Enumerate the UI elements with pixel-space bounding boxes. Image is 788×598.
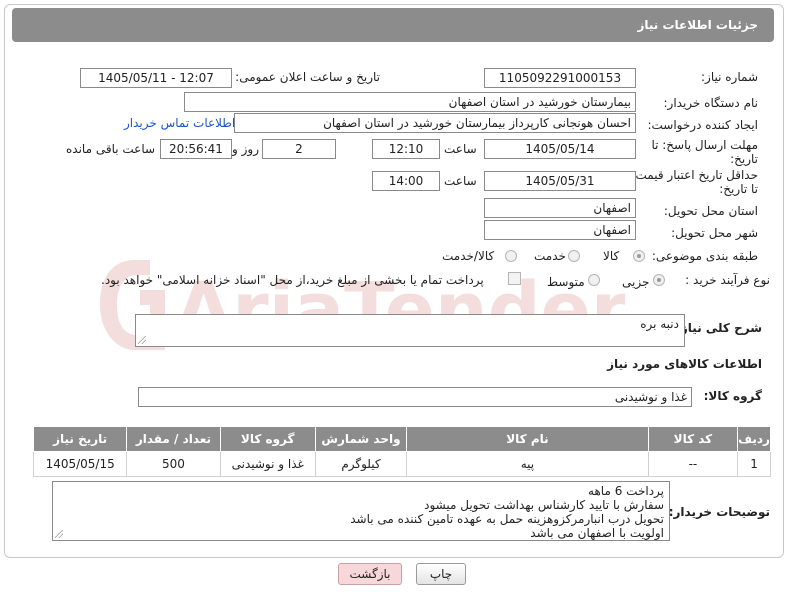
price-validity-label-2: تا تاریخ: [719, 182, 758, 196]
description-textarea[interactable]: دنبه بره [135, 314, 685, 347]
reply-deadline-label-1: مهلت ارسال پاسخ: تا [651, 138, 758, 152]
panel-header: جزئیات اطلاعات نیاز [12, 8, 774, 42]
creator-label: ایجاد کننده درخواست: [647, 118, 758, 132]
buyer-notes-line: اولویت با اصفهان می باشد [530, 526, 664, 540]
resize-grip-icon[interactable] [138, 336, 146, 344]
delivery-province-field: اصفهان [484, 198, 636, 218]
goods-group-field: غذا و نوشیدنی [138, 387, 692, 407]
col-row-number: ردیف [737, 426, 771, 452]
delivery-province-label: استان محل تحویل: [663, 204, 758, 218]
buyer-notes-textarea[interactable]: پرداخت 6 ماهه سفارش با تایید کارشناس بهد… [52, 481, 670, 541]
treasury-note: پرداخت تمام یا بخشی از مبلغ خرید،از محل … [101, 273, 484, 287]
buyer-notes-line: پرداخت 6 ماهه [588, 484, 664, 498]
purchase-option-medium: متوسط [547, 275, 585, 289]
category-option-goods: کالا [603, 249, 620, 263]
reply-time-field: 12:10 [372, 139, 440, 159]
purchase-radio-minor[interactable] [653, 274, 665, 286]
resize-grip-icon[interactable] [55, 530, 63, 538]
cell-need-date: 1405/05/15 [32, 451, 128, 477]
col-need-date: تاریخ نیاز [32, 426, 128, 452]
buyer-notes-line: سفارش با تایید کارشناس بهداشت تحویل میشو… [424, 498, 664, 512]
col-quantity: تعداد / مقدار [126, 426, 221, 452]
days-field: 2 [262, 139, 336, 159]
category-option-service: خدمت [534, 249, 566, 263]
buyer-notes-line: تحویل درب انبارمرکزوهزینه حمل به عهده تا… [350, 512, 664, 526]
announce-datetime-field: 1405/05/11 - 12:07 [80, 68, 232, 88]
category-radio-service[interactable] [568, 250, 580, 262]
col-goods-group: گروه کالا [219, 426, 316, 452]
col-unit: واحد شمارش [314, 426, 408, 452]
days-label: روز و [232, 142, 259, 156]
col-item-name: نام کالا [406, 426, 649, 452]
back-button[interactable]: بازگشت [338, 563, 402, 585]
price-validity-label-1: حداقل تاریخ اعتبار قیمت: [631, 168, 758, 182]
price-validity-date-field: 1405/05/31 [484, 171, 636, 191]
price-validity-time-field: 14:00 [372, 171, 440, 191]
cell-row-number: 1 [737, 451, 771, 477]
announce-datetime-label: تاریخ و ساعت اعلان عمومی: [235, 70, 380, 84]
remaining-time-label: ساعت باقی مانده [66, 142, 156, 156]
purchase-option-minor: جزیی [622, 275, 650, 289]
purchase-radio-medium[interactable] [588, 274, 600, 286]
cell-unit: کیلوگرم [314, 451, 408, 477]
buyer-org-label: نام دستگاه خریدار: [663, 96, 759, 110]
creator-field: احسان هونجانی کارپرداز بیمارستان خورشید … [234, 113, 636, 133]
price-validity-time-label: ساعت [444, 174, 477, 188]
goods-section-title: اطلاعات کالاهای مورد نیاز [607, 357, 762, 371]
cell-quantity: 500 [126, 451, 221, 477]
category-radio-goods-service[interactable] [505, 250, 517, 262]
purchase-type-label: نوع فرآیند خرید : [685, 273, 770, 287]
table-header-row: ردیف کد کالا نام کالا واحد شمارش گروه کا… [32, 426, 771, 452]
category-option-goods-service: کالا/خدمت [442, 249, 495, 263]
buyer-org-field: بیمارستان خورشید در استان اصفهان [184, 92, 636, 112]
goods-group-label: گروه کالا: [703, 389, 762, 403]
description-text: دنبه بره [640, 317, 679, 331]
category-radio-goods[interactable] [633, 250, 645, 262]
table-row[interactable]: 1 -- پیه کیلوگرم غذا و نوشیدنی 500 1405/… [32, 451, 771, 477]
description-label: شرح کلی نیاز: [676, 321, 762, 335]
delivery-city-label: شهر محل تحویل: [671, 226, 758, 240]
buyer-contact-link[interactable]: اطلاعات تماس خریدار [124, 116, 235, 130]
buyer-notes-label: توضیحات خریدار: [668, 505, 770, 519]
reply-date-field: 1405/05/14 [484, 139, 636, 159]
category-label: طبقه بندی موضوعی: [651, 249, 758, 263]
need-number-field: 1105092291000153 [484, 68, 636, 88]
items-table: ردیف کد کالا نام کالا واحد شمارش گروه کا… [32, 426, 771, 477]
remaining-time-field: 20:56:41 [160, 139, 232, 159]
reply-deadline-label-2: تاریخ: [730, 152, 758, 166]
cell-goods-group: غذا و نوشیدنی [219, 451, 316, 477]
print-button[interactable]: چاپ [416, 563, 466, 585]
col-item-code: کد کالا [647, 426, 739, 452]
treasury-checkbox[interactable] [508, 272, 521, 285]
need-number-label: شماره نیاز: [701, 70, 758, 84]
delivery-city-field: اصفهان [484, 220, 636, 240]
reply-time-label: ساعت [444, 142, 477, 156]
cell-item-code: -- [647, 451, 739, 477]
page-title: جزئیات اطلاعات نیاز [637, 18, 758, 32]
cell-item-name: پیه [406, 451, 649, 477]
